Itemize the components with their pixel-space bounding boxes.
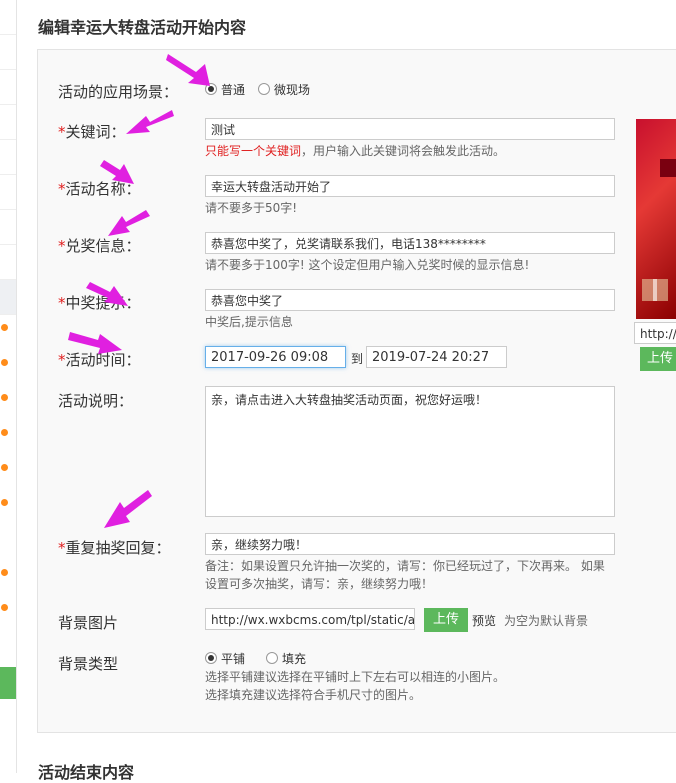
win-tip-hint: 中奖后,提示信息	[205, 315, 293, 329]
bg-upload-button[interactable]: 上传	[424, 608, 468, 632]
keyword-label: *关键词：	[58, 123, 126, 141]
bg-type-option-tile[interactable]: 平铺	[205, 650, 245, 667]
activity-name-label: *活动名称：	[58, 180, 141, 198]
cover-preview-image	[636, 119, 676, 319]
bg-type-label: 背景类型	[58, 655, 119, 673]
page-title: 编辑幸运大转盘活动开始内容	[38, 18, 247, 37]
status-dot	[1, 604, 8, 611]
activity-name-input[interactable]: 幸运大转盘活动开始了	[205, 175, 615, 197]
sidebar-item[interactable]	[0, 70, 16, 105]
status-dot	[1, 569, 8, 576]
sidebar-item[interactable]	[0, 35, 16, 70]
cover-url-input[interactable]: http://	[634, 322, 676, 344]
description-label: 活动说明：	[58, 392, 134, 410]
time-separator: 到	[351, 352, 364, 366]
bg-type-hint-2: 选择填充建议选择符合手机尺寸的图片。	[205, 688, 422, 702]
status-dot	[1, 359, 8, 366]
sidebar-item[interactable]	[0, 0, 16, 35]
sidebar-item[interactable]	[0, 105, 16, 140]
activity-name-hint: 请不要多于50字!	[205, 201, 298, 215]
redeem-info-label: *兑奖信息：	[58, 237, 141, 255]
radio-checked-icon[interactable]	[205, 652, 217, 664]
scene-option-normal[interactable]: 普通	[205, 81, 245, 98]
cover-upload-button[interactable]: 上传	[640, 347, 676, 371]
repeat-reply-hint-2: 设置可多次抽奖，请写：亲，继续努力哦！	[205, 577, 434, 591]
status-dot	[1, 429, 8, 436]
status-dot	[1, 464, 8, 471]
sidebar-item[interactable]	[0, 140, 16, 175]
scene-option-micro[interactable]: 微现场	[258, 81, 310, 98]
redeem-info-hint: 请不要多于100字! 这个设定但用户输入兑奖时候的显示信息!	[205, 258, 530, 272]
description-textarea[interactable]: 亲，请点击进入大转盘抽奖活动页面，祝您好运哦！	[205, 386, 615, 517]
end-time-input[interactable]: 2019-07-24 20:27	[366, 346, 507, 368]
win-tip-input[interactable]: 恭喜您中奖了	[205, 289, 615, 311]
status-dot	[1, 499, 8, 506]
bg-image-label: 背景图片	[58, 614, 119, 632]
radio-checked-icon[interactable]	[205, 83, 217, 95]
sidebar-item[interactable]	[0, 245, 16, 280]
bg-type-option-fill[interactable]: 填充	[266, 650, 306, 667]
scene-label: 活动的应用场景：	[58, 83, 179, 101]
sidebar-item-active[interactable]	[0, 280, 16, 315]
left-sidebar	[0, 0, 17, 773]
keyword-hint: 只能写一个关键词，用户输入此关键词将会触发此活动。	[205, 144, 506, 158]
radio-unchecked-icon[interactable]	[258, 83, 270, 95]
bg-image-input[interactable]: http://wx.wxbcms.com/tpl/static/at	[205, 608, 415, 630]
status-dot	[1, 324, 8, 331]
repeat-reply-input[interactable]: 亲，继续努力哦！	[205, 533, 615, 555]
repeat-reply-label: *重复抽奖回复：	[58, 539, 171, 557]
gift-box-icon	[642, 159, 676, 301]
sidebar-green-button[interactable]	[0, 667, 16, 699]
keyword-input[interactable]: 测试	[205, 118, 615, 140]
redeem-info-input[interactable]: 恭喜您中奖了，兑奖请联系我们，电话138********	[205, 232, 615, 254]
end-section-title: 活动结束内容	[38, 763, 135, 782]
repeat-reply-hint-1: 备注：如果设置只允许抽一次奖的，请写：你已经玩过了，下次再来。 如果	[205, 559, 605, 573]
sidebar-item[interactable]	[0, 175, 16, 210]
start-time-input[interactable]: 2017-09-26 09:08	[205, 346, 346, 368]
status-dot	[1, 394, 8, 401]
sidebar-item[interactable]	[0, 210, 16, 245]
activity-time-label: *活动时间：	[58, 351, 141, 369]
bg-preview-link[interactable]: 预览	[472, 612, 496, 629]
win-tip-label: *中奖提示：	[58, 294, 141, 312]
bg-type-hint-1: 选择平铺建议选择在平铺时上下左右可以相连的小图片。	[205, 670, 506, 684]
radio-unchecked-icon[interactable]	[266, 652, 278, 664]
bg-image-hint: 为空为默认背景	[504, 614, 589, 628]
